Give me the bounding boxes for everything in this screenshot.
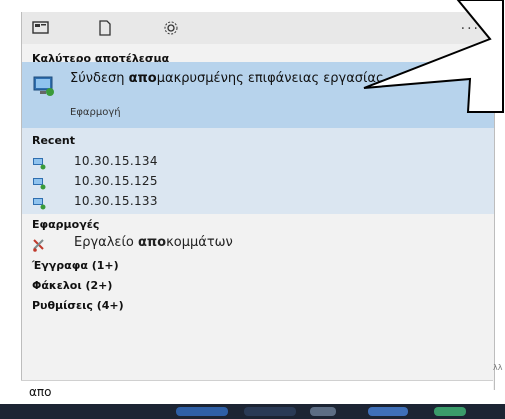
remote-connection-icon	[32, 175, 46, 190]
documents-link[interactable]: Έγγραφα (1+)	[32, 259, 119, 272]
search-box[interactable]	[21, 380, 493, 405]
taskbar-app-button[interactable]	[310, 407, 336, 416]
snipping-tool-item[interactable]: Εργαλείο αποκομμάτων	[22, 235, 494, 255]
remote-connection-icon	[32, 155, 46, 170]
taskbar-app-button[interactable]	[368, 407, 408, 416]
app-label-part1: Εργαλείο	[74, 235, 138, 250]
more-options-button[interactable]: ···	[461, 21, 480, 37]
best-match-item[interactable]: Σύνδεση απομακρυσμένης επιφάνειας εργασί…	[22, 62, 494, 128]
snipping-tool-icon	[32, 237, 46, 252]
recent-item-label: 10.30.15.125	[74, 174, 158, 188]
recent-header: Recent	[32, 134, 76, 147]
app-label-part2: κομμάτων	[166, 235, 233, 250]
best-title-part1: Σύνδεση	[70, 71, 129, 86]
apps-filter-icon[interactable]	[32, 20, 50, 36]
best-title-bold: απο	[128, 71, 157, 86]
recent-section: Recent 10.30.15.134 10.30.15.125 10.30.1…	[22, 128, 494, 214]
snipping-tool-label: Εργαλείο αποκομμάτων	[74, 235, 233, 250]
remote-connection-icon	[32, 195, 46, 210]
documents-filter-icon[interactable]	[96, 20, 114, 36]
taskbar-app-button[interactable]	[176, 407, 228, 416]
recent-item[interactable]: 10.30.15.125	[22, 172, 494, 192]
settings-link[interactable]: Ρυθμίσεις (4+)	[32, 299, 124, 312]
filter-toolbar: ···	[22, 12, 494, 44]
best-match-type: Εφαρμογή	[70, 107, 121, 118]
best-match-title: Σύνδεση απομακρυσμένης επιφάνειας εργασί…	[70, 71, 480, 86]
recent-item[interactable]: 10.30.15.134	[22, 152, 494, 172]
taskbar	[0, 404, 505, 419]
settings-filter-icon[interactable]	[162, 20, 180, 36]
best-title-part2: μακρυσμένης επιφάνειας εργασίας	[156, 71, 384, 86]
taskbar-app-button[interactable]	[244, 407, 296, 416]
search-input[interactable]	[27, 384, 451, 400]
remote-desktop-icon	[32, 74, 56, 98]
search-results-panel: ··· Καλύτερο αποτέλεσμα Σύνδεση απομακρυ…	[21, 12, 495, 390]
taskbar-app-button[interactable]	[434, 407, 466, 416]
app-label-bold: απο	[137, 235, 167, 250]
recent-item-label: 10.30.15.133	[74, 194, 158, 208]
screenshot-frame: ··· Καλύτερο αποτέλεσμα Σύνδεση απομακρυ…	[0, 0, 505, 419]
recent-item[interactable]: 10.30.15.133	[22, 192, 494, 212]
folders-link[interactable]: Φάκελοι (2+)	[32, 279, 112, 292]
background-window-text: λλ	[493, 363, 503, 372]
apps-header: Εφαρμογές	[32, 218, 100, 231]
recent-item-label: 10.30.15.134	[74, 154, 158, 168]
